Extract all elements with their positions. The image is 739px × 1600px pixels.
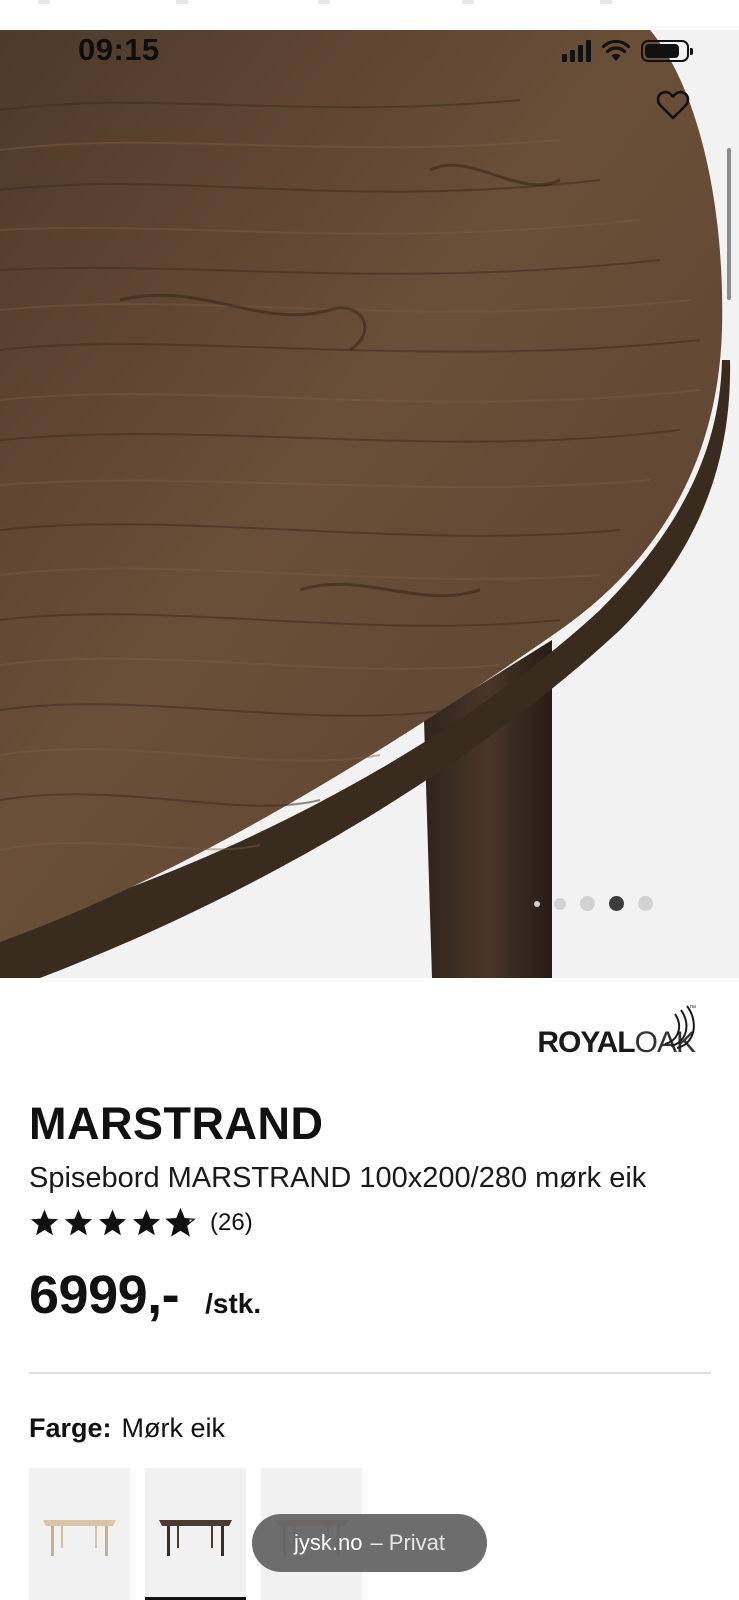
color-swatch-light-oak[interactable] <box>29 1468 130 1600</box>
price-row: 6999,- /stk. <box>29 1264 261 1326</box>
gallery-dot-active[interactable] <box>609 896 624 911</box>
color-swatch-dark-oak[interactable] <box>145 1468 246 1600</box>
color-value: Mørk eik <box>121 1413 226 1443</box>
product-image-gallery[interactable] <box>0 30 739 978</box>
product-image <box>0 30 731 978</box>
table-thumbnail <box>159 1520 232 1556</box>
brand-arcs-icon: ™ <box>664 1005 696 1049</box>
brand-logo-strong: ROYAL <box>537 1026 635 1059</box>
star-partial-icon <box>165 1208 196 1237</box>
browser-domain: jysk.no <box>293 1530 363 1555</box>
color-label: Farge: <box>29 1413 112 1443</box>
gallery-pagination[interactable] <box>534 896 653 911</box>
product-rating[interactable]: (26) <box>29 1208 253 1238</box>
color-selection-label: Farge: Mørk eik <box>29 1413 225 1444</box>
status-icons <box>562 36 693 66</box>
brand-tm: ™ <box>689 1005 696 1012</box>
previous-page-strip <box>0 0 739 30</box>
battery-icon <box>641 40 693 62</box>
star-icon <box>98 1209 127 1236</box>
star-icon <box>64 1209 93 1236</box>
section-divider <box>29 1372 711 1374</box>
product-title: MARSTRAND <box>29 1098 324 1149</box>
wifi-icon <box>601 39 631 61</box>
gallery-dot[interactable] <box>580 896 595 911</box>
star-icon <box>132 1209 161 1236</box>
rating-count[interactable]: (26) <box>210 1209 253 1237</box>
star-icon <box>30 1209 59 1236</box>
table-thumbnail <box>43 1520 116 1556</box>
status-time: 09:15 <box>78 32 160 67</box>
page-scrollbar[interactable] <box>727 148 731 300</box>
favorite-button[interactable] <box>655 88 691 122</box>
browser-mode: – Privat <box>370 1530 446 1555</box>
rating-stars <box>29 1208 196 1238</box>
price-unit: /stk. <box>205 1288 262 1319</box>
status-bar: 09:15 <box>0 30 739 74</box>
gallery-dot[interactable] <box>554 897 566 910</box>
gallery-dot[interactable] <box>534 900 540 907</box>
brand-logo: ROYAL OAK ™ <box>537 1005 696 1059</box>
browser-url-pill[interactable]: jysk.no – Privat <box>252 1514 487 1572</box>
cellular-signal-icon <box>562 40 591 62</box>
gallery-dot[interactable] <box>638 896 653 911</box>
product-price: 6999,- <box>29 1265 180 1325</box>
product-description: Spisebord MARSTRAND 100x200/280 mørk eik <box>29 1162 647 1194</box>
heart-outline-icon <box>656 90 690 120</box>
